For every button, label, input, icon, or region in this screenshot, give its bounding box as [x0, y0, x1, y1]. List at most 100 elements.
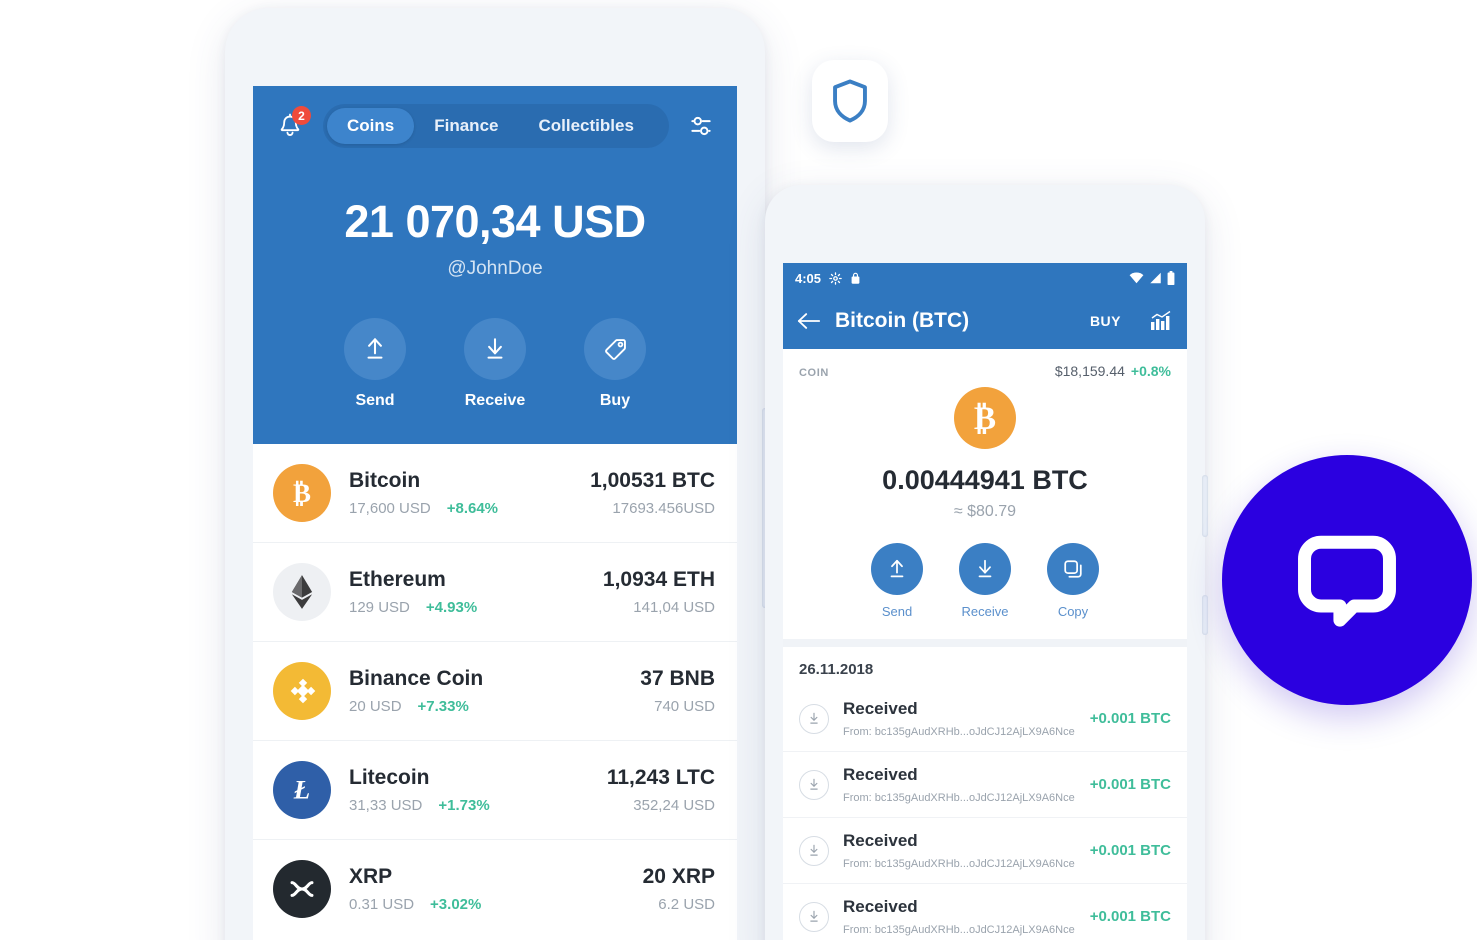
bitcoin-icon: ₿	[954, 387, 1016, 449]
transaction-type: Received	[843, 897, 918, 916]
buy-button[interactable]: Buy	[584, 318, 646, 410]
tab-finance[interactable]: Finance	[414, 108, 518, 144]
section-divider	[783, 639, 1187, 647]
app-bar: Bitcoin (BTC) BUY	[783, 293, 1187, 349]
coin-info: XRP 0.31 USD +3.02%	[331, 865, 643, 913]
send-button-label: Send	[355, 392, 395, 409]
coin-info: Litecoin 31,33 USD +1.73%	[331, 766, 607, 814]
coin-amount: 37 BNB	[640, 667, 715, 690]
litecoin-icon: Ł	[273, 761, 331, 819]
bitcoin-symbol-icon: ₿	[974, 400, 996, 437]
transaction-type: Received	[843, 699, 918, 718]
received-arrow-icon	[799, 703, 829, 734]
send-button[interactable]: Send	[871, 543, 923, 619]
btc-balance: 0.00444941 BTC	[882, 465, 1088, 495]
tab-collectibles[interactable]: Collectibles	[518, 108, 653, 144]
wallet-actions: Send Receive Buy	[253, 318, 737, 444]
coin-price: 17,600 USD	[349, 500, 431, 517]
buy-button-label: Buy	[599, 392, 631, 409]
buy-action-button[interactable]: BUY	[1090, 313, 1121, 329]
coin-holdings: 11,243 LTC 352,24 USD	[607, 766, 715, 814]
coin-amount: 1,00531 BTC	[590, 469, 715, 492]
transactions-date-header: 26.11.2018	[799, 661, 874, 678]
wifi-icon	[1129, 272, 1144, 284]
phone-right-power-button[interactable]	[1202, 595, 1208, 635]
receive-button[interactable]: Receive	[959, 543, 1011, 619]
transaction-amount: +0.001 BTC	[1089, 710, 1171, 727]
coin-fiat-value: 141,04 USD	[633, 599, 715, 616]
download-arrow-icon	[810, 910, 818, 922]
download-arrow-icon	[810, 844, 818, 856]
send-button[interactable]: Send	[344, 318, 406, 410]
receive-button-circle	[959, 543, 1011, 595]
live-chat-button[interactable]	[1222, 455, 1472, 705]
wallet-tabs: Coins Finance Collectibles	[323, 104, 669, 148]
chart-icon[interactable]	[1149, 310, 1173, 332]
transaction-amount: +0.001 BTC	[1089, 908, 1171, 925]
transaction-row[interactable]: Received From: bc135gAudXRHb...oJdCJ12Aj…	[783, 752, 1187, 818]
receive-button-label: Receive	[961, 604, 1009, 619]
receive-button[interactable]: Receive	[464, 318, 526, 410]
coin-amount: 20 XRP	[642, 865, 715, 888]
transaction-row[interactable]: Received From: bc135gAudXRHb...oJdCJ12Aj…	[783, 818, 1187, 884]
coin-price: 31,33 USD	[349, 797, 423, 814]
coin-subline: 20 USD +7.33%	[349, 698, 640, 715]
bitcoin-icon: ₿	[273, 464, 331, 522]
tab-coins[interactable]: Coins	[327, 108, 415, 144]
lock-icon	[851, 272, 860, 284]
coin-label: COIN	[799, 367, 829, 379]
coin-subline: 17,600 USD +8.64%	[349, 500, 590, 517]
coin-name: Bitcoin	[349, 469, 421, 492]
coin-amount: 1,0934 ETH	[602, 568, 715, 591]
coin-row-litecoin[interactable]: Ł Litecoin 31,33 USD +1.73% 11,243 LTC 3…	[253, 741, 737, 840]
received-arrow-icon	[799, 901, 829, 932]
coin-price: 129 USD	[349, 599, 410, 616]
wallet-header: 2 Coins Finance Collectibles 21 070,34 U…	[253, 86, 737, 444]
coin-row-ethereum[interactable]: Ethereum 129 USD +4.93% 1,0934 ETH 141,0…	[253, 543, 737, 642]
back-arrow-icon[interactable]	[797, 311, 821, 331]
transaction-type: Received	[843, 765, 918, 784]
chat-bubble-icon	[1298, 535, 1396, 627]
price-tag-icon	[604, 338, 626, 360]
buy-button-circle	[584, 318, 646, 380]
transaction-amount: +0.001 BTC	[1089, 842, 1171, 859]
coin-holdings: 1,00531 BTC 17693.456USD	[590, 469, 715, 517]
transaction-row[interactable]: Received From: bc135gAudXRHb...oJdCJ12Aj…	[783, 884, 1187, 940]
copy-button-circle	[1047, 543, 1099, 595]
status-time: 4:05	[795, 270, 822, 286]
coin-fiat-value: 17693.456USD	[612, 500, 715, 517]
coin-fiat-value: 740 USD	[654, 698, 715, 715]
coin-row-xrp[interactable]: XRP 0.31 USD +3.02% 20 XRP 6.2 USD	[253, 840, 737, 938]
transaction-type: Received	[843, 831, 918, 850]
binance-symbol-icon	[290, 678, 316, 704]
security-shield-badge[interactable]	[812, 60, 888, 142]
binance-icon	[273, 662, 331, 720]
coin-row-binance-coin[interactable]: Binance Coin 20 USD +7.33% 37 BNB 740 US…	[253, 642, 737, 741]
notification-badge: 2	[292, 106, 311, 125]
coin-fiat-value: 352,24 USD	[633, 797, 715, 814]
coin-price: 20 USD	[349, 698, 402, 715]
coin-subline: 0.31 USD +3.02%	[349, 896, 643, 913]
coin-market-price: $18,159.44	[1054, 363, 1125, 379]
wallet-header-top: 2 Coins Finance Collectibles	[253, 86, 737, 152]
coin-row-bitcoin[interactable]: ₿ Bitcoin 17,600 USD +8.64% 1,00531 BTC …	[253, 444, 737, 543]
notifications-button[interactable]: 2	[271, 106, 311, 145]
coin-fiat-value: 6.2 USD	[658, 896, 715, 913]
phone-right-volume-button[interactable]	[1202, 475, 1208, 537]
balance-hero: ₿ 0.00444941 BTC ≈ $80.79	[783, 379, 1187, 521]
total-balance: 21 070,34 USD	[344, 196, 646, 247]
transaction-row[interactable]: Received From: bc135gAudXRHb...oJdCJ12Aj…	[783, 686, 1187, 752]
send-button-label: Send	[881, 604, 913, 619]
settings-sliders-button[interactable]	[681, 113, 721, 139]
sliders-icon	[691, 116, 711, 136]
coin-change: +8.64%	[446, 500, 499, 517]
coin-change: +4.93%	[425, 599, 478, 616]
coin-name: Ethereum	[349, 568, 446, 591]
status-bar: 4:05	[783, 263, 1187, 293]
coin-holdings: 37 BNB 740 USD	[640, 667, 715, 715]
receive-button-circle	[464, 318, 526, 380]
copy-button[interactable]: Copy	[1047, 543, 1099, 619]
coin-holdings: 20 XRP 6.2 USD	[643, 865, 715, 913]
receive-button-label: Receive	[464, 392, 526, 409]
coin-name: XRP	[349, 865, 393, 888]
